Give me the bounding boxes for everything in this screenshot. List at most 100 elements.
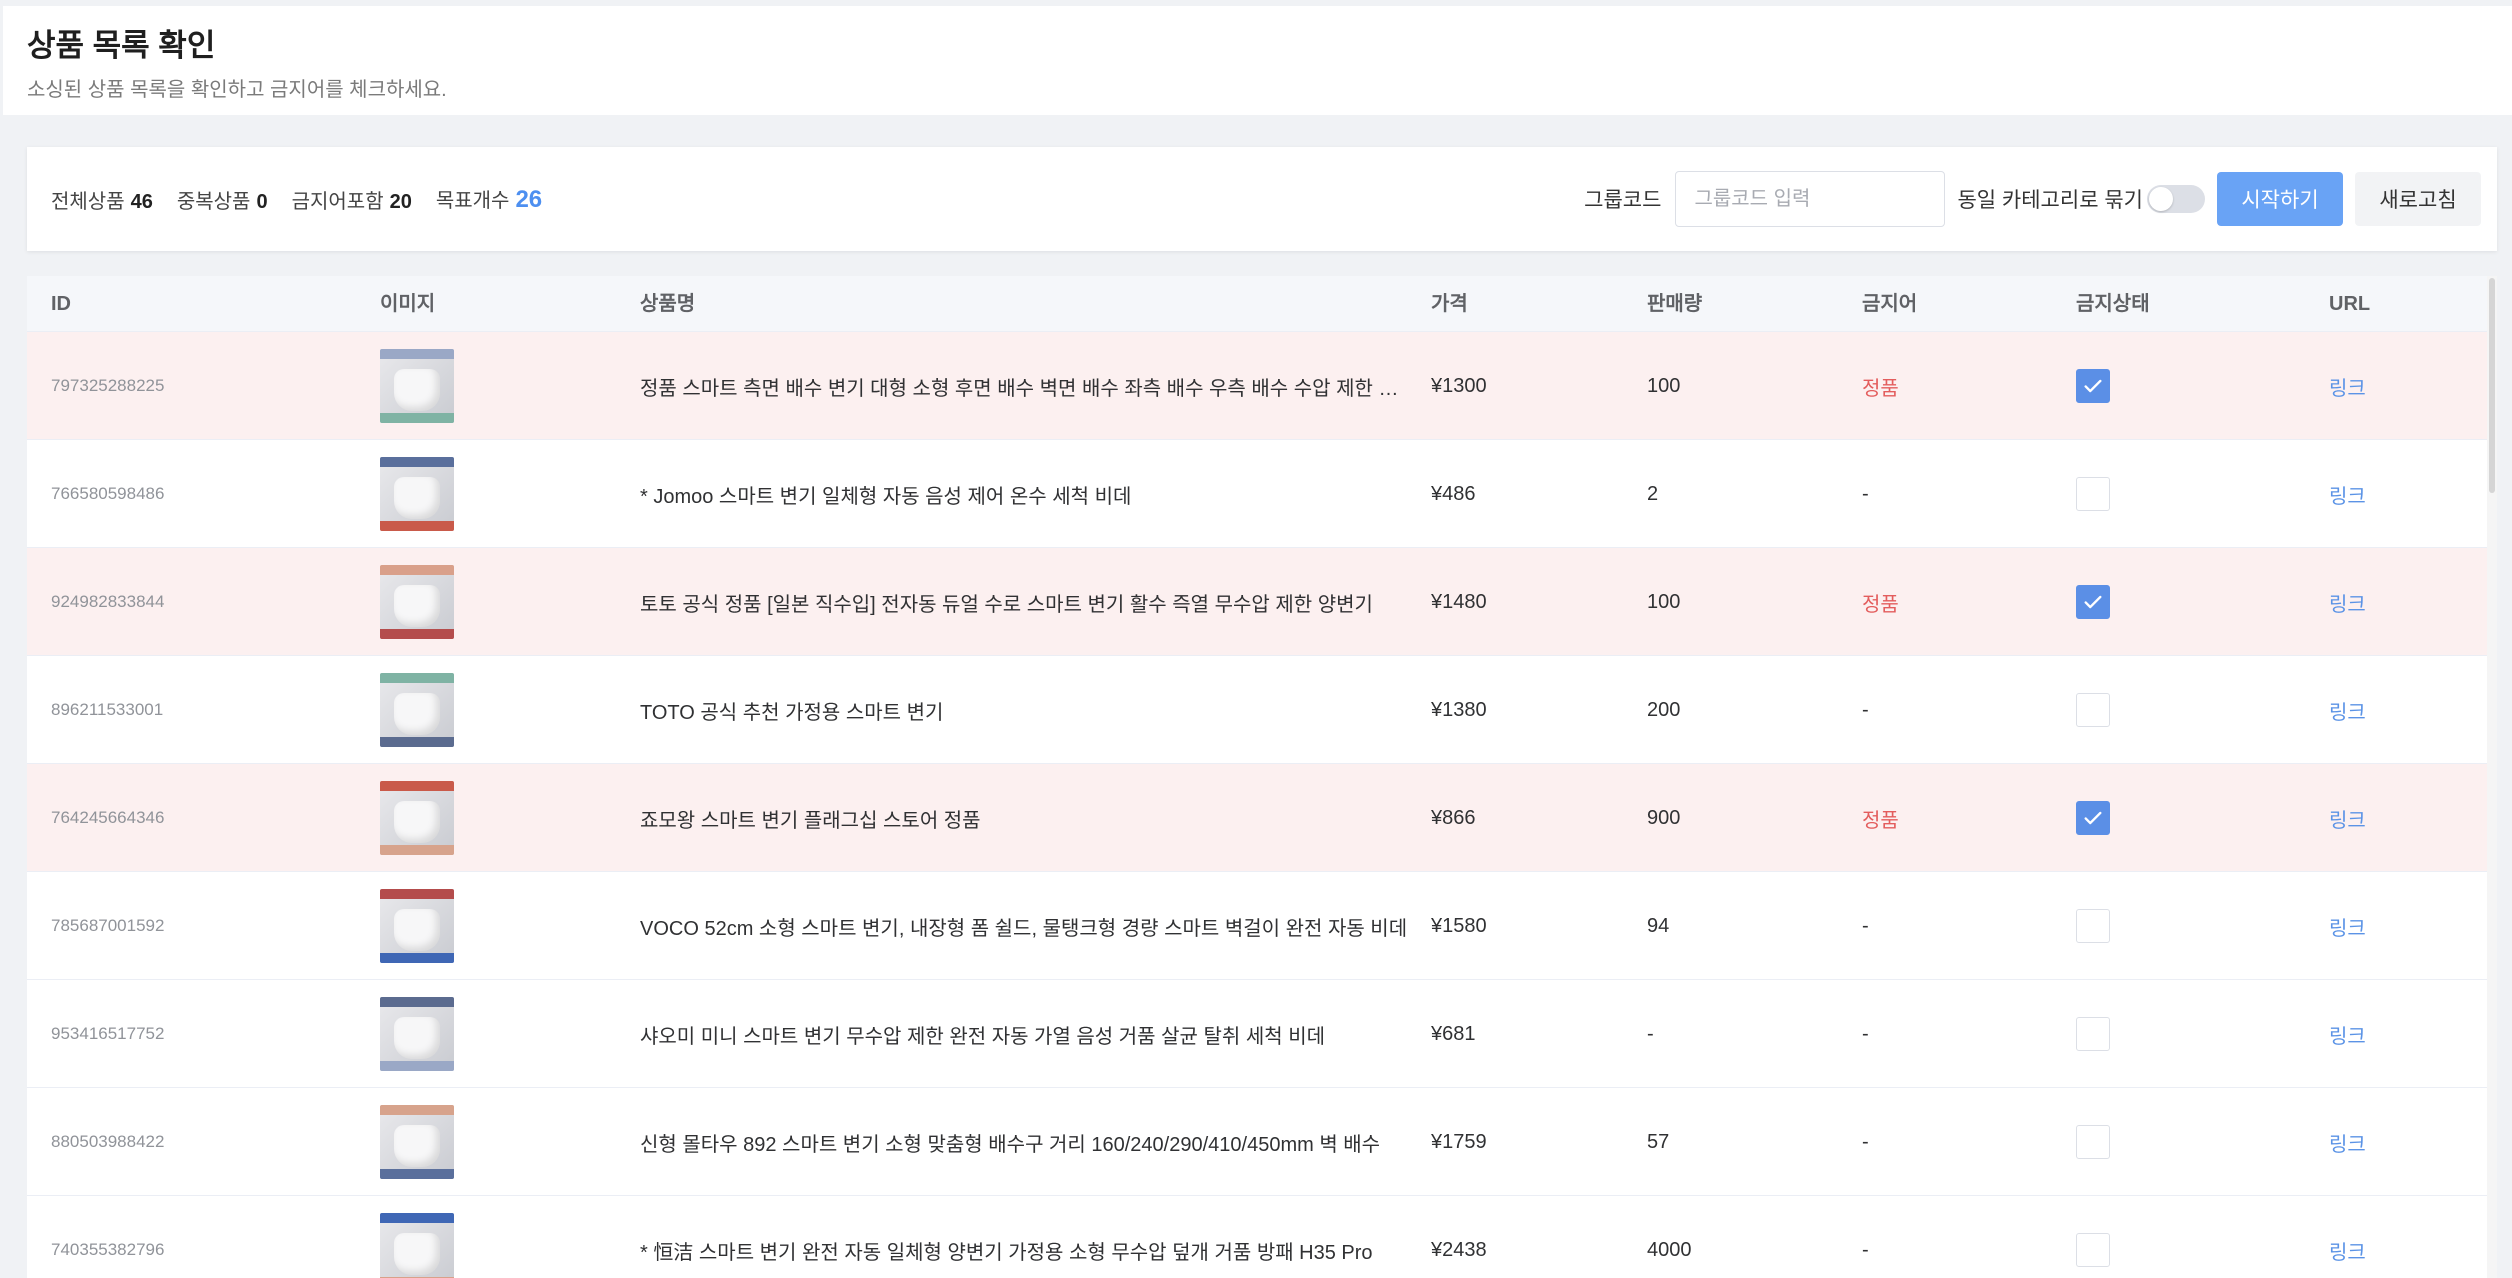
- product-url-link[interactable]: 링크: [2329, 332, 2449, 440]
- product-price: ¥486: [1431, 482, 1476, 505]
- banned-word: 정품: [1862, 593, 1899, 616]
- product-name-cell: * 恒洁 스마트 변기 완전 자동 일체형 양변기 가정용 소형 무수압 덮개 …: [640, 1196, 1410, 1278]
- product-id: 785687001592: [51, 916, 165, 935]
- product-sales: -: [1647, 1022, 1654, 1045]
- stat-banned: 금지어포함 20: [292, 185, 412, 214]
- product-sales: 900: [1647, 806, 1681, 829]
- toilet-image: [394, 1233, 440, 1275]
- stat-target-label: 목표개수: [435, 190, 510, 212]
- banned-word: -: [1862, 1238, 1869, 1261]
- thumbnail-band: [380, 845, 454, 855]
- product-thumbnail[interactable]: [380, 349, 454, 423]
- product-thumbnail[interactable]: [380, 997, 454, 1071]
- product-url-link[interactable]: 링크: [2329, 872, 2449, 980]
- table-row: 924982833844 토토 공식 정품 [일본 직수입] 전자동 듀얼 수로 …: [27, 548, 2487, 656]
- toilet-image: [394, 1125, 440, 1167]
- banned-status-checkbox[interactable]: [2076, 477, 2110, 511]
- product-name: 토토 공식 정품 [일본 직수입] 전자동 듀얼 수로 스마트 변기 활수 즉열…: [640, 593, 1373, 616]
- product-thumbnail[interactable]: [380, 1105, 454, 1179]
- table-scrollbar[interactable]: [2487, 276, 2497, 1278]
- product-name: * 恒洁 스마트 변기 완전 자동 일체형 양변기 가정용 소형 무수압 덮개 …: [640, 1241, 1373, 1264]
- product-name: VOCO 52cm 소형 스마트 변기, 내장형 폼 쉴드, 물탱크형 경량 스…: [640, 917, 1408, 940]
- product-url-link[interactable]: 링크: [2329, 1196, 2449, 1278]
- product-id: 896211533001: [51, 700, 164, 719]
- thumbnail-tag: [380, 997, 454, 1007]
- product-id: 764245664346: [51, 808, 165, 827]
- same-category-label: 동일 카테고리로 묶기: [1957, 189, 2143, 212]
- banned-status-cell: [2076, 764, 2276, 872]
- toilet-image: [394, 909, 440, 951]
- col-banned-status: 금지상태: [2076, 293, 2150, 315]
- banned-word: -: [1862, 914, 1869, 937]
- thumbnail-band: [380, 737, 454, 747]
- thumbnail-band: [380, 1169, 454, 1179]
- refresh-button[interactable]: 새로고침: [2355, 172, 2481, 226]
- product-url-link[interactable]: 링크: [2329, 440, 2449, 548]
- product-name: * Jomoo 스마트 변기 일체형 자동 음성 제어 온수 세척 비데: [640, 485, 1132, 508]
- group-code-label: 그룹코드: [1584, 189, 1662, 212]
- stat-duplicate-value: 0: [256, 190, 268, 213]
- banned-status-checkbox[interactable]: [2076, 1017, 2110, 1051]
- product-price: ¥1480: [1431, 590, 1487, 613]
- table-row: 766580598486 * Jomoo 스마트 변기 일체형 자동 음성 제어 …: [27, 440, 2487, 548]
- toggle-knob: [2149, 187, 2173, 211]
- product-thumbnail[interactable]: [380, 1213, 454, 1278]
- product-name-cell: 죠모왕 스마트 변기 플래그십 스토어 정품: [640, 764, 1410, 872]
- product-name-cell: VOCO 52cm 소형 스마트 변기, 내장형 폼 쉴드, 물탱크형 경량 스…: [640, 872, 1410, 980]
- banned-status-checkbox[interactable]: [2076, 585, 2110, 619]
- stat-target-value: 26: [515, 186, 543, 213]
- page-subtitle: 소싱된 상품 목록을 확인하고 금지어를 체크하세요.: [27, 79, 447, 101]
- banned-status-checkbox[interactable]: [2076, 801, 2110, 835]
- product-name-cell: * Jomoo 스마트 변기 일체형 자동 음성 제어 온수 세척 비데: [640, 440, 1410, 548]
- start-button[interactable]: 시작하기: [2217, 172, 2343, 226]
- banned-status-checkbox[interactable]: [2076, 369, 2110, 403]
- product-thumbnail[interactable]: [380, 673, 454, 747]
- banned-status-checkbox[interactable]: [2076, 1125, 2110, 1159]
- product-url-link[interactable]: 링크: [2329, 980, 2449, 1088]
- product-url-link[interactable]: 링크: [2329, 656, 2449, 764]
- product-id: 924982833844: [51, 592, 165, 611]
- product-name: 죠모왕 스마트 변기 플래그십 스토어 정품: [640, 809, 981, 832]
- toilet-image: [394, 585, 440, 627]
- banned-status-checkbox[interactable]: [2076, 1233, 2110, 1267]
- thumbnail-tag: [380, 889, 454, 899]
- product-id: 766580598486: [51, 484, 165, 503]
- check-icon: [2084, 595, 2102, 609]
- banned-status-checkbox[interactable]: [2076, 693, 2110, 727]
- col-sales: 판매량: [1647, 293, 1703, 315]
- thumbnail-tag: [380, 349, 454, 359]
- product-url-link[interactable]: 링크: [2329, 548, 2449, 656]
- banned-status-cell: [2076, 1088, 2276, 1196]
- product-thumbnail[interactable]: [380, 565, 454, 639]
- banned-status-checkbox[interactable]: [2076, 909, 2110, 943]
- thumbnail-tag: [380, 781, 454, 791]
- product-sales: 4000: [1647, 1238, 1692, 1261]
- product-image-cell: [380, 656, 480, 764]
- product-thumbnail[interactable]: [380, 889, 454, 963]
- product-url-link[interactable]: 링크: [2329, 1088, 2449, 1196]
- product-sales: 57: [1647, 1130, 1670, 1153]
- product-price: ¥681: [1431, 1022, 1476, 1045]
- col-url: URL: [2329, 293, 2371, 315]
- product-name: 정품 스마트 측면 배수 변기 대형 소형 후면 배수 벽면 배수 좌측 배수 …: [640, 377, 1410, 400]
- banned-word: -: [1862, 1022, 1869, 1045]
- banned-word: -: [1862, 1130, 1869, 1153]
- group-code-input[interactable]: [1675, 171, 1946, 227]
- product-image-cell: [380, 1088, 480, 1196]
- product-name-cell: 토토 공식 정품 [일본 직수입] 전자동 듀얼 수로 스마트 변기 활수 즉열…: [640, 548, 1410, 656]
- same-category-toggle[interactable]: [2147, 185, 2205, 213]
- stat-banned-label: 금지어포함: [291, 190, 384, 213]
- stat-total: 전체상품 46: [51, 185, 153, 214]
- product-url-link[interactable]: 링크: [2329, 764, 2449, 872]
- product-thumbnail[interactable]: [380, 457, 454, 531]
- toolbar-controls: 그룹코드 동일 카테고리로 묶기 시작하기 새로고침: [1584, 147, 2481, 251]
- table-header: ID 이미지 상품명 가격 판매량 금지어 금지상태 URL: [27, 276, 2487, 332]
- product-name: 샤오미 미니 스마트 변기 무수압 제한 완전 자동 가열 음성 거품 살균 탈…: [640, 1025, 1325, 1048]
- product-id: 740355382796: [51, 1240, 165, 1259]
- product-image-cell: [380, 440, 480, 548]
- scrollbar-thumb[interactable]: [2489, 278, 2495, 493]
- product-thumbnail[interactable]: [380, 781, 454, 855]
- product-name-cell: 신형 몰타우 892 스마트 변기 소형 맞춤형 배수구 거리 160/240/…: [640, 1088, 1410, 1196]
- col-price: 가격: [1431, 293, 1468, 315]
- col-banned-word: 금지어: [1862, 293, 1918, 315]
